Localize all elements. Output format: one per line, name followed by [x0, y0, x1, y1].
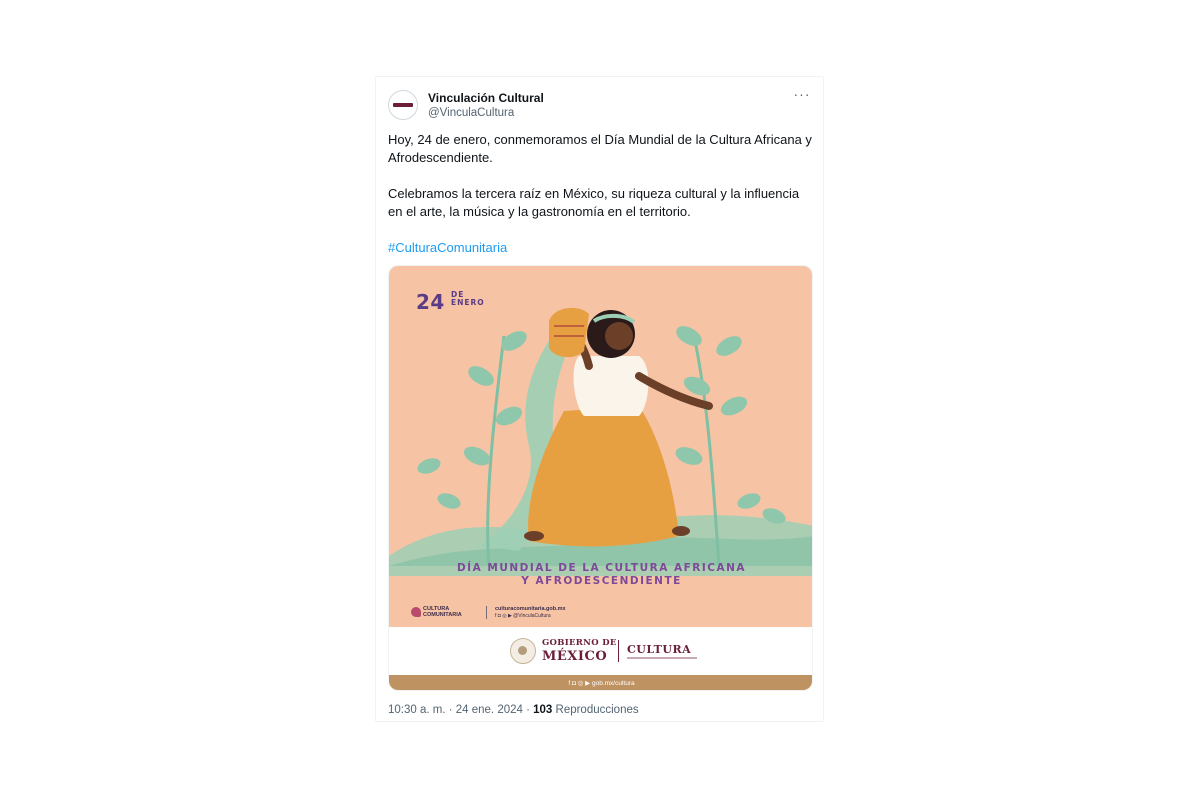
views-count: 103 — [533, 704, 553, 716]
logo-divider — [486, 606, 487, 619]
tweet-paragraph-1: Hoy, 24 de enero, conmemoramos el Día Mu… — [388, 132, 812, 165]
views-label: Reproducciones — [552, 704, 639, 716]
poster-date-month: DE ENERO — [451, 291, 485, 307]
more-horizontal-icon[interactable]: ··· — [793, 87, 811, 103]
gobierno-line-1: GOBIERNO DE — [542, 638, 617, 648]
poster-headline-1: DÍA MUNDIAL DE LA CULTURA AFRICANA — [456, 562, 747, 574]
cc-logo-line-2: COMUNITARIA — [423, 612, 462, 618]
poster-logos: CULTURA COMUNITARIA culturacomunitaria.g… — [411, 606, 591, 620]
cultura-logo: CULTURA — [627, 643, 692, 656]
tweet-card: Vinculación Cultural @VinculaCultura ···… — [375, 76, 824, 722]
poster-date-month-2: ENERO — [451, 298, 485, 307]
tweet-paragraph-2: Celebramos la tercera raíz en México, su… — [388, 186, 800, 219]
tweet-meta: 10:30 a. m. · 24 ene. 2024 · 103 Reprodu… — [388, 704, 639, 716]
account-handle[interactable]: @VinculaCultura — [428, 107, 514, 119]
gobierno-divider — [618, 640, 619, 662]
tweet-text: Hoy, 24 de enero, conmemoramos el Día Mu… — [388, 131, 816, 257]
cc-social: f ◘ ◎ ▶ @VinculaCultura — [495, 613, 551, 619]
hashtag-link[interactable]: #CulturaComunitaria — [388, 239, 816, 257]
poster-date-number: 24 — [416, 290, 445, 314]
cultura-subtitle-line — [627, 657, 697, 659]
poster-headline-2: Y AFRODESCENDIENTE — [521, 575, 682, 587]
gobierno-banner: GOBIERNO DE MÉXICO CULTURA — [389, 627, 812, 675]
mexico-seal-icon — [510, 638, 536, 664]
poster-headline: DÍA MUNDIAL DE LA CULTURA AFRICANA Y AFR… — [389, 562, 812, 588]
tweet-timestamp[interactable]: 10:30 a. m. · 24 ene. 2024 · — [388, 704, 533, 716]
tweet-image[interactable]: 24 DE ENERO DÍA MUNDIAL DE LA CULTURA AF… — [388, 265, 813, 691]
gobierno-line-2: MÉXICO — [542, 649, 608, 664]
cultura-comunitaria-icon — [411, 607, 421, 617]
avatar-logo — [393, 103, 413, 107]
poster-footer: f ◘ ◎ ▶ gob.mx/cultura — [389, 675, 812, 690]
poster-illustration: 24 DE ENERO DÍA MUNDIAL DE LA CULTURA AF… — [389, 266, 812, 627]
cultura-comunitaria-logo: CULTURA COMUNITARIA — [411, 606, 462, 618]
cc-url: culturacomunitaria.gob.mx — [495, 606, 566, 612]
avatar[interactable] — [388, 90, 418, 120]
account-name[interactable]: Vinculación Cultural — [428, 91, 544, 105]
poster-footer-text: f ◘ ◎ ▶ gob.mx/cultura — [568, 680, 635, 687]
